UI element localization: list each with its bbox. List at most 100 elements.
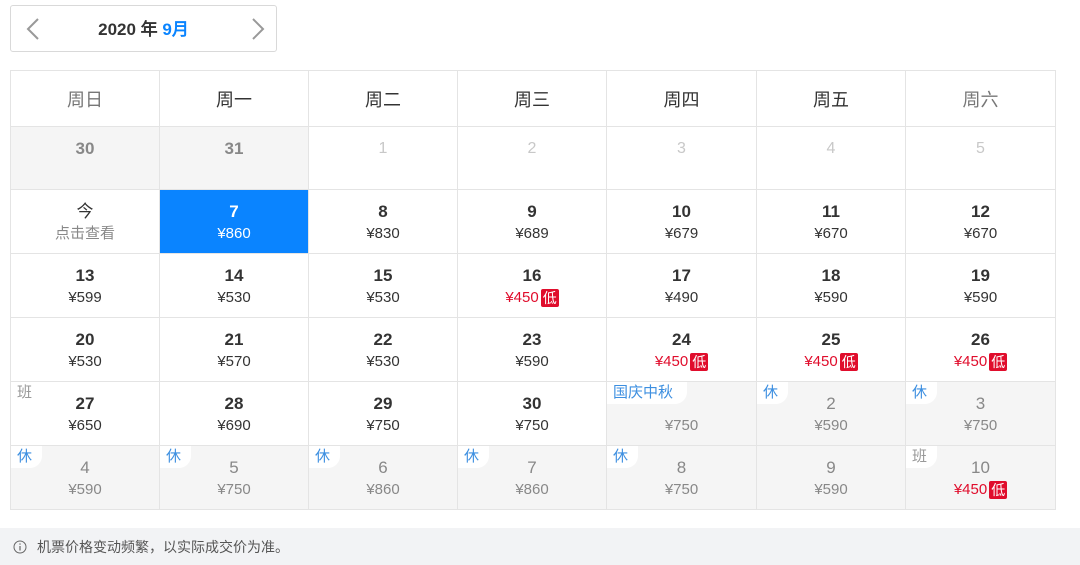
day-number: 28 (224, 394, 244, 413)
calendar-day-cell[interactable]: 18 ¥590 (757, 254, 906, 318)
calendar-day-cell[interactable]: 休 2 ¥590 (757, 382, 906, 446)
calendar-day-cell[interactable]: 2 (458, 127, 607, 190)
calendar-day-cell[interactable]: 14 ¥530 (160, 254, 309, 318)
price-value: ¥530 (366, 289, 400, 306)
calendar-day-cell[interactable]: 休 5 ¥750 (160, 446, 309, 509)
calendar-day-cell[interactable]: 班 10 ¥450 低 (906, 446, 1055, 509)
calendar-day-cell-today[interactable]: 今点击查看 (11, 190, 160, 254)
day-number: 4 (80, 458, 90, 477)
calendar-day-cell[interactable]: 4 (757, 127, 906, 190)
day-number: 22 (373, 330, 393, 349)
calendar-day-cell[interactable]: 12 ¥670 (906, 190, 1055, 254)
holiday-tag: 国庆中秋 (607, 382, 688, 404)
price-value: ¥750 (664, 481, 699, 498)
price-value: ¥490 (664, 289, 699, 306)
calendar-day-cell[interactable]: 休 8 ¥750 (607, 446, 757, 509)
next-month-button[interactable] (246, 17, 268, 41)
day-price: ¥860 (366, 481, 399, 499)
price-value: ¥450 (505, 289, 539, 306)
calendar-day-cell[interactable]: 17 ¥490 (607, 254, 757, 318)
calendar-day-cell[interactable]: 22 ¥530 (309, 318, 458, 382)
calendar-day-cell[interactable]: 3 (607, 127, 757, 190)
rest-day-tag: 休 (458, 446, 490, 468)
price-value: ¥590 (814, 481, 848, 498)
calendar-day-cell[interactable]: 国庆中秋0¥750 (607, 382, 757, 446)
price-value: ¥750 (366, 417, 400, 434)
calendar-day-cell[interactable]: 7 ¥860 (160, 190, 309, 254)
calendar-day-cell[interactable]: 30 (11, 127, 160, 190)
price-value: ¥590 (68, 481, 102, 498)
day-number: 27 (75, 394, 95, 413)
price-value: ¥650 (68, 417, 102, 434)
calendar-day-cell[interactable]: 1 (309, 127, 458, 190)
price-value: ¥530 (217, 289, 251, 306)
day-number: 7 (229, 202, 239, 221)
calendar-day-cell[interactable]: 29 ¥750 (309, 382, 458, 446)
day-number: 3 (975, 394, 986, 413)
weekday-header-tue: 周二 (309, 71, 458, 127)
price-value: ¥860 (515, 481, 549, 498)
day-number: 25 (821, 330, 841, 349)
calendar-day-cell[interactable]: 13 ¥599 (11, 254, 160, 318)
calendar-day-cell[interactable]: 30 ¥750 (458, 382, 607, 446)
price-value: ¥570 (217, 353, 251, 370)
price-value: ¥450 (953, 481, 988, 498)
day-price: ¥530 (366, 289, 399, 307)
day-price: ¥450 低 (655, 353, 709, 371)
price-value: ¥590 (963, 289, 998, 306)
day-number: 6 (378, 458, 388, 477)
price-value: ¥750 (217, 481, 251, 498)
calendar-day-cell[interactable]: 休 3 ¥750 (906, 382, 1055, 446)
calendar-day-cell[interactable]: 25 ¥450 低 (757, 318, 906, 382)
low-price-badge: 低 (989, 353, 1008, 371)
day-number: 29 (373, 394, 393, 413)
calendar-day-cell[interactable]: 11 ¥670 (757, 190, 906, 254)
day-price: ¥590 (814, 481, 847, 499)
price-value: ¥670 (963, 225, 998, 242)
day-price: ¥750 (665, 417, 698, 435)
day-number: 18 (821, 266, 841, 285)
calendar-day-cell[interactable]: 16 ¥450 低 (458, 254, 607, 318)
calendar-day-cell[interactable]: 24 ¥450 低 (607, 318, 757, 382)
calendar-day-cell[interactable]: 26 ¥450 低 (906, 318, 1055, 382)
rest-day-tag: 休 (160, 446, 192, 468)
calendar-day-cell[interactable]: 8 ¥830 (309, 190, 458, 254)
calendar-day-cell[interactable]: 9 ¥590 (757, 446, 906, 509)
day-price: ¥750 (515, 417, 548, 435)
day-number: 26 (971, 330, 990, 349)
price-value: ¥590 (814, 289, 848, 306)
calendar-day-cell[interactable]: 15 ¥530 (309, 254, 458, 318)
calendar-day-cell[interactable]: 9 ¥689 (458, 190, 607, 254)
calendar-day-cell[interactable]: 31 (160, 127, 309, 190)
calendar-day-cell[interactable]: 20 ¥530 (11, 318, 160, 382)
day-number: 19 (971, 266, 990, 285)
price-value: ¥679 (664, 225, 699, 242)
day-price: ¥490 (665, 289, 698, 307)
calendar-day-cell[interactable]: 21 ¥570 (160, 318, 309, 382)
day-price: ¥750 (665, 481, 698, 499)
price-value: ¥450 (804, 353, 838, 370)
calendar-day-cell[interactable]: 10 ¥679 (607, 190, 757, 254)
calendar-day-cell[interactable]: 19 ¥590 (906, 254, 1055, 318)
workday-tag: 班 (906, 446, 938, 468)
calendar-day-cell[interactable]: 28 ¥690 (160, 382, 309, 446)
calendar-day-cell[interactable]: 班 27 ¥650 (11, 382, 160, 446)
day-number: 13 (75, 266, 95, 285)
day-number: 2 (527, 140, 537, 157)
calendar-day-cell[interactable]: 休 6 ¥860 (309, 446, 458, 509)
day-price: ¥450 低 (954, 353, 1008, 371)
day-number: 20 (75, 330, 95, 349)
day-number: 21 (224, 330, 244, 349)
day-number: 16 (522, 266, 542, 285)
calendar-day-cell[interactable]: 休 4 ¥590 (11, 446, 160, 509)
day-number: 10 (672, 202, 691, 221)
calendar-day-cell[interactable]: 23 ¥590 (458, 318, 607, 382)
day-price: ¥679 (665, 225, 698, 243)
price-notice: 机票价格变动频繁，以实际成交价为准。 (0, 528, 1080, 565)
calendar-day-cell[interactable]: 休 7 ¥860 (458, 446, 607, 509)
day-price: ¥599 (68, 289, 101, 307)
day-price: ¥750 (964, 417, 997, 435)
rest-day-tag: 休 (309, 446, 341, 468)
price-value: ¥530 (68, 353, 102, 370)
calendar-day-cell[interactable]: 5 (906, 127, 1055, 190)
